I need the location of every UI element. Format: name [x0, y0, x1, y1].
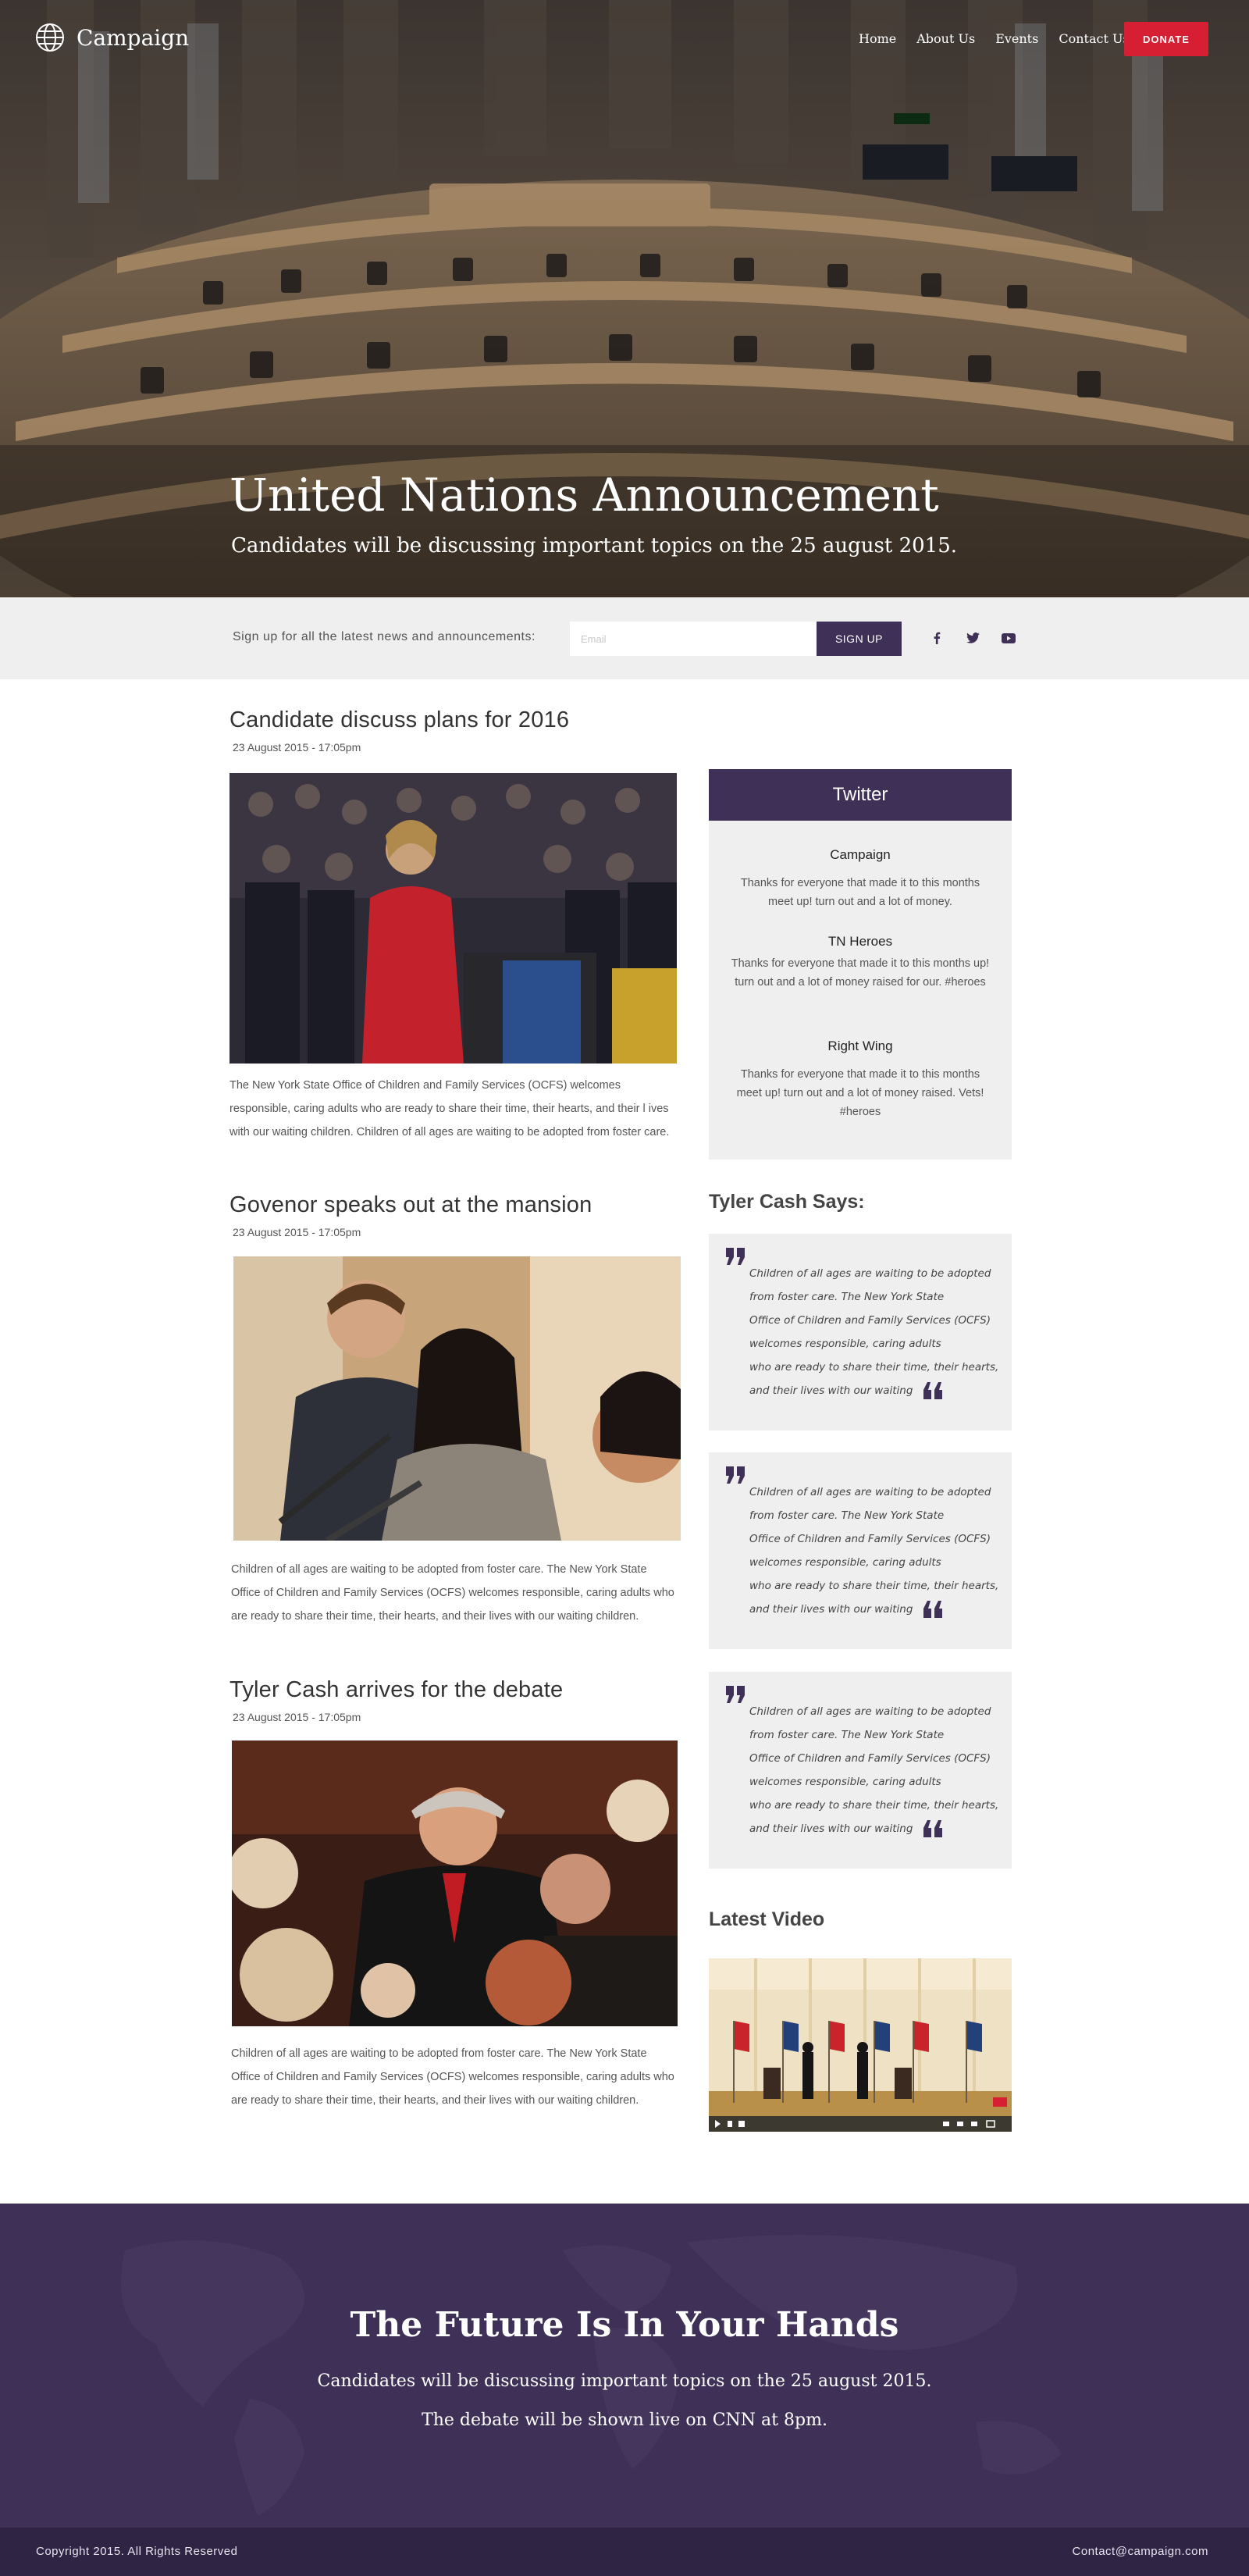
- next-icon: [728, 2121, 732, 2127]
- newsletter-signup-bar: Sign up for all the latest news and anno…: [0, 597, 1249, 679]
- quote-line: Office of Children and Family Services (…: [749, 1533, 991, 1545]
- quote-line: and their lives with our waiting: [749, 1822, 913, 1835]
- main-nav: Home About Us Events Contact Us: [859, 31, 1130, 46]
- quote-line: and their lives with our waiting: [749, 1603, 913, 1616]
- quote-line: Office of Children and Family Services (…: [749, 1314, 991, 1327]
- twitter-widget-heading: Twitter: [709, 769, 1012, 821]
- open-quote-icon: [726, 1686, 745, 1703]
- article-card: Govenor speaks out at the mansion 23 Aug…: [230, 1192, 681, 1238]
- quote-card: Children of all ages are waiting to be a…: [709, 1234, 1012, 1431]
- article-title[interactable]: Tyler Cash arrives for the debate: [230, 1677, 681, 1703]
- close-quote-icon: [923, 1820, 943, 1837]
- latest-video-player[interactable]: [709, 1958, 1012, 2132]
- tweet: TN Heroes Thanks for everyone that made …: [709, 934, 1012, 992]
- cta-title: The Future Is In Your Hands: [350, 2305, 899, 2345]
- article-image-debate-arrival[interactable]: [232, 1740, 678, 2026]
- site-header: Campaign Home About Us Events Contact Us…: [0, 0, 1249, 78]
- quote-line: welcomes responsible, caring adults: [749, 1556, 941, 1569]
- social-links: [927, 629, 1018, 647]
- quote-line: who are ready to share their time, their…: [749, 1799, 999, 1812]
- hero-section: Campaign Home About Us Events Contact Us…: [0, 0, 1249, 597]
- quote-text: Children of all ages are waiting to be a…: [749, 1700, 999, 1840]
- quote-line: welcomes responsible, caring adults: [749, 1338, 941, 1350]
- article-date: 23 August 2015 - 17:05pm: [233, 1711, 361, 1723]
- nav-events[interactable]: Events: [995, 31, 1038, 46]
- tweet-text: Thanks for everyone that made it to this…: [740, 877, 980, 908]
- quote-text: Children of all ages are waiting to be a…: [749, 1480, 999, 1621]
- quote-text: Children of all ages are waiting to be a…: [749, 1262, 999, 1402]
- quote-line: Children of all ages are waiting to be a…: [749, 1267, 991, 1280]
- tweet-author[interactable]: Right Wing: [709, 1039, 1012, 1054]
- world-map-background: [121, 2235, 1062, 2516]
- quote-line: from foster care. The New York State: [749, 1509, 945, 1522]
- quote-line: who are ready to share their time, their…: [749, 1580, 999, 1592]
- close-quote-icon: [923, 1601, 943, 1618]
- cta-line-2: The debate will be shown live on CNN at …: [422, 2410, 827, 2430]
- article-excerpt: The New York State Office of Children an…: [230, 1079, 670, 1138]
- contact-email-link[interactable]: Contact@campaign.com: [1073, 2545, 1208, 2558]
- volume-icon: [738, 2121, 745, 2127]
- call-to-action-section: The Future Is In Your Hands Candidates w…: [0, 2204, 1249, 2528]
- tweet: Campaign Thanks for everyone that made i…: [709, 847, 1012, 911]
- hero-title: United Nations Announcement: [230, 469, 939, 522]
- article-image-candidate-podium[interactable]: [230, 773, 677, 1064]
- article-title[interactable]: Govenor speaks out at the mansion: [230, 1192, 681, 1218]
- tweet-author[interactable]: TN Heroes: [709, 934, 1012, 950]
- video-controls-bar[interactable]: [709, 2116, 1012, 2132]
- tweet-text: Thanks for everyone that made it to this…: [731, 957, 990, 989]
- open-quote-icon: [726, 1466, 745, 1484]
- email-input[interactable]: [570, 622, 817, 656]
- cta-line-1: Candidates will be discussing important …: [317, 2371, 932, 2391]
- site-footer: Copyright 2015. All Rights Reserved Cont…: [0, 2528, 1249, 2576]
- quotes-heading: Tyler Cash Says:: [709, 1191, 865, 1213]
- copyright-text: Copyright 2015. All Rights Reserved: [36, 2545, 238, 2558]
- quote-line: Children of all ages are waiting to be a…: [749, 1486, 991, 1498]
- article-title[interactable]: Candidate discuss plans for 2016: [230, 707, 681, 733]
- facebook-icon[interactable]: [927, 629, 946, 647]
- open-quote-icon: [726, 1248, 745, 1265]
- quote-line: from foster care. The New York State: [749, 1291, 945, 1303]
- sign-up-button[interactable]: SIGN UP: [817, 622, 902, 656]
- article-excerpt: Children of all ages are waiting to be a…: [231, 1563, 674, 1623]
- signup-label: Sign up for all the latest news and anno…: [233, 630, 536, 643]
- latest-video-heading: Latest Video: [709, 1908, 825, 1930]
- close-quote-icon: [923, 1382, 943, 1399]
- video-thumbnail: [709, 1958, 1012, 2132]
- youtube-icon[interactable]: [999, 629, 1018, 647]
- nav-contact-us[interactable]: Contact Us: [1059, 31, 1129, 46]
- nav-home[interactable]: Home: [859, 31, 896, 46]
- brand-logo[interactable]: Campaign: [34, 22, 189, 53]
- brand-name: Campaign: [77, 24, 190, 51]
- nav-about-us[interactable]: About Us: [916, 31, 975, 46]
- hero-subtitle: Candidates will be discussing important …: [231, 534, 958, 558]
- quote-line: who are ready to share their time, their…: [749, 1361, 999, 1374]
- play-icon: [715, 2120, 721, 2128]
- quote-line: welcomes responsible, caring adults: [749, 1776, 941, 1788]
- article-card: Tyler Cash arrives for the debate 23 Aug…: [230, 1677, 681, 1723]
- quote-line: from foster care. The New York State: [749, 1729, 945, 1741]
- article-image-governor-mansion[interactable]: [233, 1256, 681, 1541]
- twitter-icon[interactable]: [963, 629, 982, 647]
- article-date: 23 August 2015 - 17:05pm: [233, 741, 361, 754]
- twitter-widget: Twitter Campaign Thanks for everyone tha…: [709, 769, 1012, 1160]
- quote-line: Office of Children and Family Services (…: [749, 1752, 991, 1765]
- quote-card: Children of all ages are waiting to be a…: [709, 1672, 1012, 1869]
- quote-line: Children of all ages are waiting to be a…: [749, 1705, 991, 1718]
- tweet: Right Wing Thanks for everyone that made…: [709, 1039, 1012, 1121]
- tweet-text: Thanks for everyone that made it to this…: [736, 1068, 984, 1118]
- article-excerpt: Children of all ages are waiting to be a…: [231, 2047, 674, 2107]
- globe-icon: [36, 23, 64, 52]
- quote-line: and their lives with our waiting: [749, 1384, 913, 1397]
- fullscreen-icon: [986, 2120, 995, 2128]
- video-controls: [715, 2120, 995, 2128]
- article-date: 23 August 2015 - 17:05pm: [233, 1226, 361, 1238]
- article-card: Candidate discuss plans for 2016 23 Augu…: [230, 707, 681, 754]
- donate-button[interactable]: DONATE: [1124, 22, 1208, 56]
- quote-card: Children of all ages are waiting to be a…: [709, 1452, 1012, 1649]
- tweet-author[interactable]: Campaign: [709, 847, 1012, 863]
